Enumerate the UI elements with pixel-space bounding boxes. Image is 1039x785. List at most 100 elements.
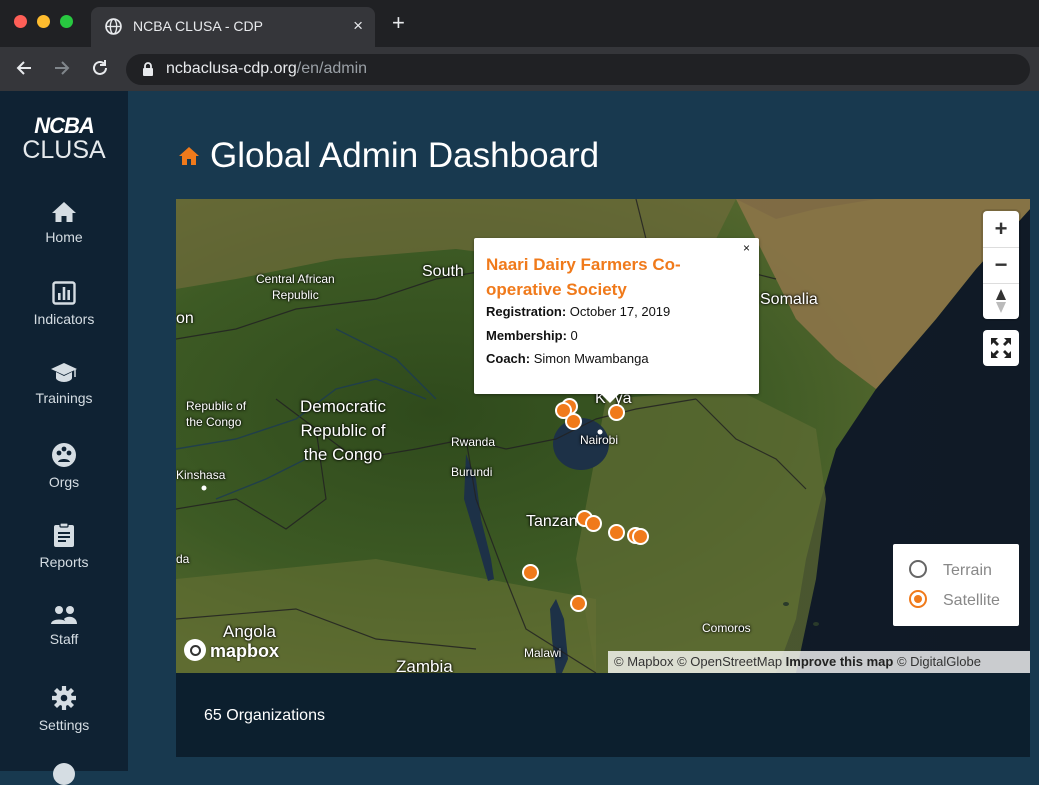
terrain-label: Terrain (943, 562, 992, 579)
maximize-window-button[interactable] (60, 15, 73, 28)
fullscreen-button[interactable] (983, 330, 1019, 366)
registration-label: Registration: (486, 304, 567, 319)
map[interactable]: South Central African Republic on Republ… (176, 199, 1030, 673)
map-label-drc: Democratic Republic of the Congo (300, 397, 386, 464)
sidebar-item-reports[interactable]: Reports (0, 522, 128, 570)
url-text: ncbaclusa-cdp.org/en/admin (166, 60, 367, 78)
popup-coach: Coach: Simon Mwambanga (486, 351, 649, 366)
navigation-bar: ncbaclusa-cdp.org/en/admin (0, 47, 1039, 91)
sidebar-item-home[interactable]: Home (0, 201, 128, 245)
map-label-malawi: Malawi (524, 646, 562, 660)
sidebar-item-orgs[interactable]: Orgs (0, 442, 128, 490)
graduation-cap-icon (51, 363, 77, 382)
popup-membership: Membership: 0 (486, 328, 578, 343)
membership-label: Membership: (486, 328, 567, 343)
sidebar: NCBA CLUSA Home Indicators Trainings Org… (0, 91, 128, 785)
org-marker[interactable] (608, 404, 625, 421)
logo[interactable]: NCBA CLUSA (0, 113, 128, 164)
fullscreen-icon (991, 338, 1011, 358)
address-bar[interactable]: ncbaclusa-cdp.org/en/admin (126, 54, 1030, 85)
tab-strip: NCBA CLUSA - CDP × + (0, 0, 1039, 47)
sidebar-item-label: Orgs (48, 474, 80, 490)
map-label-rwanda: Rwanda (451, 435, 496, 449)
org-popup: Naari Dairy Farmers Co-operative Society… (474, 238, 759, 403)
tab-close-icon[interactable]: × (353, 16, 363, 36)
org-marker[interactable] (522, 564, 539, 581)
map-label-nairobi: Nairobi (580, 433, 619, 447)
layer-switcher: Terrain Satellite (893, 544, 1019, 626)
improve-map-link[interactable]: Improve this map (786, 654, 894, 669)
browser-chrome: NCBA CLUSA - CDP × + ncbaclusa-cdp.org/e… (0, 0, 1039, 91)
attribution-osm-link[interactable]: © OpenStreetMap (677, 654, 782, 669)
back-arrow-icon[interactable] (14, 58, 34, 78)
map-label-tanzania: Tanzan (526, 513, 578, 530)
home-icon (179, 147, 199, 165)
org-marker[interactable] (608, 524, 625, 541)
registration-value: October 17, 2019 (569, 304, 671, 319)
clipboard-icon (54, 522, 74, 547)
popup-tip (600, 393, 620, 403)
zoom-out-button[interactable]: − (983, 247, 1019, 283)
coach-label: Coach: (486, 351, 531, 366)
layer-option-satellite[interactable]: Satellite (909, 590, 1000, 610)
sidebar-item-indicators[interactable]: Indicators (0, 281, 128, 327)
terrain-radio[interactable] (909, 560, 927, 578)
membership-value: 0 (570, 328, 578, 343)
map-label-roc: Republic of the Congo (186, 399, 247, 429)
mapbox-logo[interactable]: mapbox (184, 639, 279, 662)
attribution-digitalglobe-link[interactable]: © DigitalGlobe (897, 654, 981, 669)
sidebar-item-staff[interactable]: Staff (0, 605, 128, 647)
sidebar-item-label: Settings (38, 717, 90, 733)
tab-title: NCBA CLUSA - CDP (133, 18, 263, 34)
map-label-burundi: Burundi (451, 465, 493, 479)
zoom-in-button[interactable]: + (983, 211, 1019, 247)
sidebar-item-settings[interactable]: Settings (0, 685, 128, 733)
users-icon (51, 606, 77, 624)
minimize-window-button[interactable] (37, 15, 50, 28)
url-path: /en/admin (296, 60, 368, 77)
compass-icon[interactable] (994, 287, 1008, 315)
map-label-comoros: Comoros (702, 621, 751, 635)
satellite-label: Satellite (943, 592, 1000, 609)
popup-close-icon[interactable]: × (743, 241, 750, 255)
reload-icon[interactable] (90, 58, 110, 78)
sidebar-item-trainings[interactable]: Trainings (0, 362, 128, 406)
map-label-zambia: Zambia (396, 657, 453, 673)
more-nav-icon[interactable] (53, 763, 75, 785)
attribution-mapbox-link[interactable]: © Mapbox (614, 654, 673, 669)
close-window-button[interactable] (14, 15, 27, 28)
browser-tab[interactable]: NCBA CLUSA - CDP × (91, 7, 375, 47)
forward-arrow-icon[interactable] (52, 58, 72, 78)
popup-org-name[interactable]: Naari Dairy Farmers Co-operative Society (486, 252, 716, 302)
sidebar-item-label: Indicators (33, 311, 95, 327)
layer-option-terrain[interactable]: Terrain (909, 560, 992, 580)
org-marker[interactable] (570, 595, 587, 612)
map-label-car: Central African Republic (256, 272, 335, 302)
sidebar-item-label: Home (45, 229, 83, 245)
sidebar-item-label: Trainings (35, 390, 93, 406)
logo-line1: NCBA (34, 113, 95, 138)
org-marker[interactable] (565, 413, 582, 430)
map-footer: 65 Organizations (176, 673, 1030, 757)
new-tab-button[interactable]: + (392, 12, 405, 34)
sidebar-item-label: Staff (49, 631, 79, 647)
mapbox-logo-text: mapbox (210, 641, 280, 661)
popup-registration: Registration: October 17, 2019 (486, 304, 670, 319)
gear-icon (52, 686, 76, 710)
home-icon (52, 202, 76, 222)
globe-icon (105, 18, 122, 35)
map-label-kinshasa: Kinshasa (176, 468, 226, 482)
map-label-south: South (422, 263, 464, 280)
bar-chart-icon (52, 281, 76, 305)
map-label-da: da (176, 552, 190, 566)
logo-line2: CLUSA (22, 136, 106, 164)
satellite-radio[interactable] (909, 590, 927, 608)
organizations-count: 65 Organizations (204, 707, 325, 724)
org-marker[interactable] (585, 515, 602, 532)
main-content: Global Admin Dashboard South Central Afr… (128, 91, 1039, 771)
page-title: Global Admin Dashboard (210, 136, 600, 175)
coach-value: Simon Mwambanga (533, 351, 649, 366)
mapbox-logo-icon (184, 639, 206, 661)
zoom-controls: + − (983, 211, 1019, 319)
org-marker[interactable] (632, 528, 649, 545)
